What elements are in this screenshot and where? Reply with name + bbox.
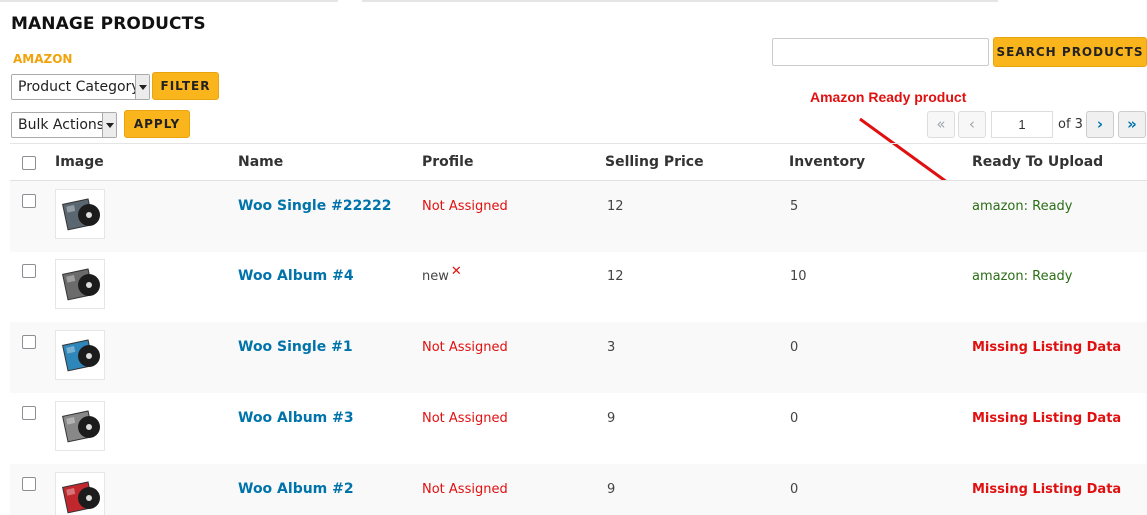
upload-status-ready: amazon: Ready (972, 269, 1073, 284)
top-divider (362, 0, 998, 2)
inventory-count: 0 (790, 340, 799, 355)
inventory-count: 5 (790, 199, 799, 214)
profile-not-assigned: Not Assigned (422, 411, 508, 426)
product-thumbnail[interactable] (55, 330, 105, 380)
column-header-profile[interactable]: Profile (422, 154, 473, 170)
product-name-link[interactable]: Woo Single #1 (238, 339, 353, 355)
previous-page-button[interactable]: ‹ (958, 111, 986, 138)
selling-price: 9 (607, 482, 616, 497)
inventory-count: 0 (790, 411, 799, 426)
row-checkbox[interactable] (22, 406, 36, 420)
table-row: Woo Album #3 Not Assigned 9 0 Missing Listin… (10, 393, 1147, 464)
table-row: Woo Single #1 Not Assigned 3 0 Missing Listi… (10, 322, 1147, 393)
table-row: Woo Single #22222 Not Assigned 12 5 amazon: … (10, 181, 1147, 252)
table-row: Woo Album #2 Not Assigned 9 0 Missing Listin… (10, 464, 1147, 515)
products-table: Image Name Profile Selling Price Invento… (10, 143, 1147, 515)
marketplace-label: AMAZON (13, 52, 73, 66)
last-page-button[interactable]: » (1118, 111, 1146, 138)
upload-status-ready: amazon: Ready (972, 199, 1073, 214)
profile-not-assigned: Not Assigned (422, 199, 508, 214)
product-name-link[interactable]: Woo Single #22222 (238, 198, 392, 214)
column-header-selling-price[interactable]: Selling Price (605, 154, 704, 170)
current-page-input[interactable] (991, 111, 1053, 138)
table-row: Woo Album #4 new ✕ 12 10 amazon: Ready (10, 251, 1147, 322)
product-thumbnail[interactable] (55, 472, 105, 515)
album-cover-icon (62, 268, 100, 301)
chevron-down-icon (135, 75, 149, 99)
select-all-checkbox[interactable] (22, 156, 36, 170)
page-title: MANAGE PRODUCTS (11, 14, 206, 34)
column-header-ready-to-upload[interactable]: Ready To Upload (972, 154, 1103, 170)
album-cover-icon (62, 198, 100, 231)
search-input[interactable] (772, 38, 989, 66)
bulk-actions-select-value: Bulk Actions (18, 117, 105, 133)
bulk-actions-select[interactable]: Bulk Actions (11, 112, 117, 138)
table-header: Image Name Profile Selling Price Invento… (10, 144, 1147, 181)
inventory-count: 10 (790, 269, 807, 284)
product-name-link[interactable]: Woo Album #4 (238, 268, 354, 284)
row-checkbox[interactable] (22, 264, 36, 278)
column-header-inventory[interactable]: Inventory (789, 154, 865, 170)
row-checkbox[interactable] (22, 477, 36, 491)
selling-price: 12 (607, 199, 624, 214)
column-header-name[interactable]: Name (238, 154, 283, 170)
selling-price: 3 (607, 340, 616, 355)
row-checkbox[interactable] (22, 194, 36, 208)
upload-status-missing: Missing Listing Data (972, 340, 1122, 355)
album-cover-icon (62, 481, 100, 514)
inventory-count: 0 (790, 482, 799, 497)
upload-status-missing: Missing Listing Data (972, 411, 1122, 426)
annotation-label: Amazon Ready product (810, 89, 967, 105)
profile-name[interactable]: new (422, 269, 449, 284)
product-name-link[interactable]: Woo Album #2 (238, 481, 354, 497)
next-page-button[interactable]: › (1086, 111, 1114, 138)
apply-button[interactable]: APPLY (124, 110, 190, 138)
product-category-select[interactable]: Product Category (11, 74, 150, 100)
selling-price: 12 (607, 269, 624, 284)
remove-profile-icon[interactable]: ✕ (451, 264, 462, 279)
profile-cell: new ✕ (422, 264, 462, 284)
profile-not-assigned: Not Assigned (422, 340, 508, 355)
search-products-button[interactable]: SEARCH PRODUCTS (993, 37, 1147, 67)
product-name-link[interactable]: Woo Album #3 (238, 410, 354, 426)
column-header-image[interactable]: Image (55, 154, 104, 170)
chevron-down-icon (102, 113, 116, 137)
filter-button[interactable]: FILTER (152, 72, 219, 100)
album-cover-icon (62, 339, 100, 372)
page-count: of 3 (1058, 117, 1083, 132)
album-cover-icon (62, 410, 100, 443)
first-page-button[interactable]: « (927, 111, 955, 138)
selling-price: 9 (607, 411, 616, 426)
product-category-select-value: Product Category (18, 79, 140, 95)
top-divider (0, 0, 338, 2)
row-checkbox[interactable] (22, 335, 36, 349)
product-thumbnail[interactable] (55, 401, 105, 451)
upload-status-missing: Missing Listing Data (972, 482, 1122, 497)
profile-not-assigned: Not Assigned (422, 482, 508, 497)
product-thumbnail[interactable] (55, 189, 105, 239)
product-thumbnail[interactable] (55, 259, 105, 309)
